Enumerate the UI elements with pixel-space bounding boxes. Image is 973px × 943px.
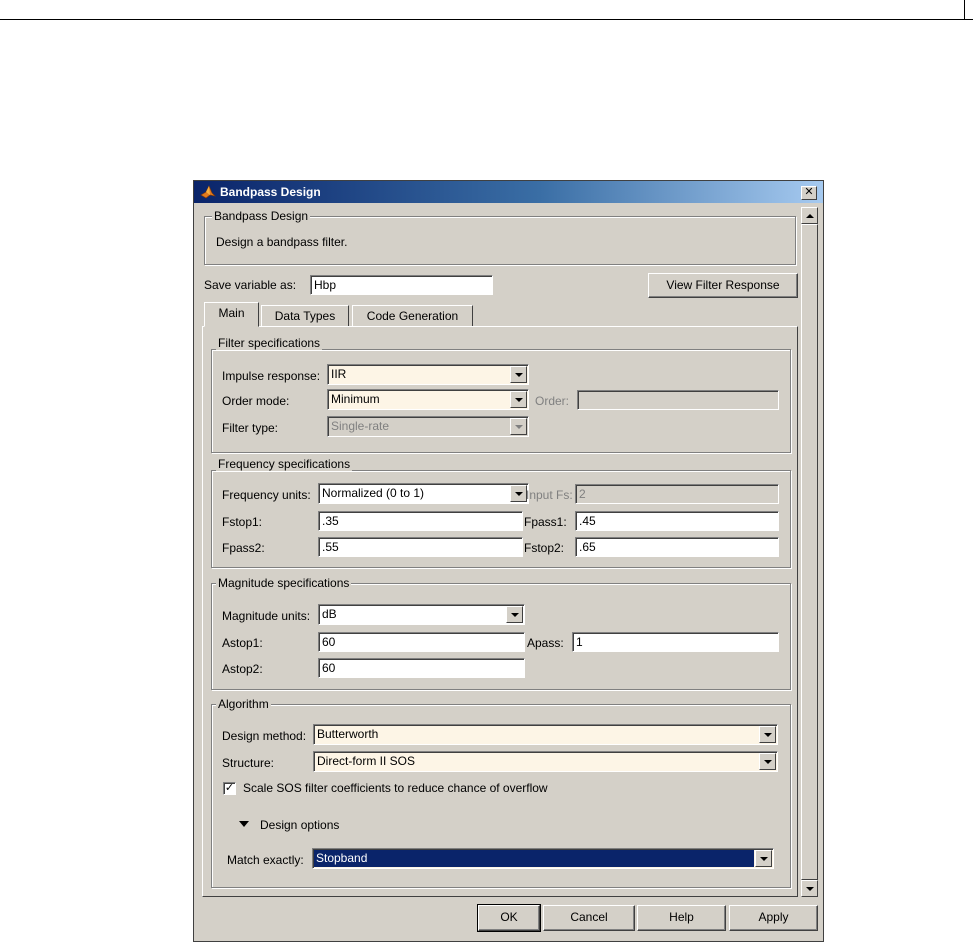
filter-type-label: Filter type: [222,421,279,435]
scale-sos-label: Scale SOS filter coefficients to reduce … [243,781,548,795]
design-method-value: Butterworth [317,727,379,741]
apply-button[interactable]: Apply [729,905,818,931]
algorithm-title: Algorithm [216,697,271,711]
dropdown-button[interactable] [510,391,527,408]
apass-input[interactable]: 1 [572,632,779,652]
scale-sos-checkbox[interactable]: ✓ [223,782,236,795]
astop1-label: Astop1: [222,636,263,650]
magnitude-units-select[interactable]: dB [318,604,525,625]
scroll-up-button[interactable] [801,207,818,224]
order-mode-value: Minimum [331,392,380,406]
save-variable-label: Save variable as: [204,278,297,292]
astop1-input[interactable]: 60 [318,632,525,652]
order-mode-label: Order mode: [222,394,290,408]
triangle-down-icon[interactable] [239,821,249,827]
help-button[interactable]: Help [637,905,726,931]
dropdown-button[interactable] [510,366,527,383]
title-bar[interactable]: Bandpass Design ✕ [194,181,823,203]
chevron-down-icon [515,425,523,429]
frequency-units-select[interactable]: Normalized (0 to 1) [318,483,529,504]
frequency-units-label: Frequency units: [222,488,311,502]
dropdown-button[interactable] [510,485,527,502]
chevron-down-icon [511,613,519,617]
tab-data-types[interactable]: Data Types [261,305,349,327]
scroll-thumb[interactable] [801,224,818,880]
fpass1-input[interactable]: .45 [575,511,779,531]
impulse-response-value: IIR [331,367,347,381]
fpass1-label: Fpass1: [524,515,567,529]
chevron-down-icon [515,373,523,377]
astop2-input[interactable]: 60 [318,658,525,678]
view-filter-response-button[interactable]: View Filter Response [648,273,798,298]
bandpass-design-dialog: Bandpass Design ✕ Bandpass Design Design… [193,180,824,942]
filter-type-value: Single-rate [331,419,390,433]
order-label: Order: [535,394,570,408]
ok-button[interactable]: OK [477,904,541,932]
filter-specifications-title: Filter specifications [216,336,323,350]
fpass2-label: Fpass2: [222,541,265,555]
magnitude-specifications-title: Magnitude specifications [216,576,352,590]
header-description: Design a bandpass filter. [216,235,348,249]
fstop1-input[interactable]: .35 [318,511,523,531]
dropdown-button[interactable] [506,606,523,623]
close-button[interactable]: ✕ [801,186,817,200]
order-mode-select[interactable]: Minimum [327,389,529,410]
frequency-specifications-title: Frequency specifications [216,457,353,471]
tab-code-generation[interactable]: Code Generation [352,305,473,327]
input-fs-label: Input Fs: [526,488,573,502]
fstop2-input[interactable]: .65 [575,537,779,557]
dropdown-button[interactable] [755,850,772,867]
magnitude-units-value: dB [322,607,337,621]
impulse-response-select[interactable]: IIR [327,364,529,385]
window-title: Bandpass Design [220,185,321,199]
arrow-up-icon [806,214,814,218]
magnitude-units-label: Magnitude units: [222,609,311,623]
matlab-logo-icon [200,185,216,199]
save-variable-input[interactable]: Hbp [310,275,493,295]
match-exactly-value: Stopband [314,850,754,867]
dropdown-button[interactable] [759,753,776,770]
chevron-down-icon [515,398,523,402]
close-icon: ✕ [804,186,814,198]
cancel-button[interactable]: Cancel [543,905,635,931]
design-method-select[interactable]: Butterworth [313,724,778,745]
filter-type-select[interactable]: Single-rate [327,416,529,437]
chevron-down-icon [764,733,772,737]
vertical-scrollbar[interactable] [801,207,818,897]
frequency-units-value: Normalized (0 to 1) [322,486,425,500]
order-input[interactable] [577,390,779,410]
chevron-down-icon [515,492,523,496]
checkmark-icon: ✓ [224,782,235,794]
match-exactly-select[interactable]: Stopband [312,848,774,869]
fstop2-label: Fstop2: [524,541,565,555]
page-rule [0,19,973,20]
scroll-down-button[interactable] [801,880,818,897]
page-rule-tick [964,0,965,20]
apass-label: Apass: [527,636,564,650]
dropdown-button[interactable] [759,726,776,743]
structure-value: Direct-form II SOS [317,754,416,768]
header-group-title: Bandpass Design [212,209,311,223]
design-method-label: Design method: [222,729,307,743]
fpass2-input[interactable]: .55 [318,537,523,557]
structure-select[interactable]: Direct-form II SOS [313,751,778,772]
impulse-response-label: Impulse response: [222,369,321,383]
tab-main[interactable]: Main [204,302,259,327]
chevron-down-icon [764,760,772,764]
input-fs-input[interactable]: 2 [575,484,779,504]
fstop1-label: Fstop1: [222,515,263,529]
chevron-down-icon [760,857,768,861]
arrow-down-icon [806,887,814,891]
structure-label: Structure: [222,756,275,770]
design-options-toggle[interactable]: Design options [260,818,339,832]
astop2-label: Astop2: [222,662,263,676]
dropdown-button[interactable] [510,418,527,435]
match-exactly-label: Match exactly: [227,853,304,867]
